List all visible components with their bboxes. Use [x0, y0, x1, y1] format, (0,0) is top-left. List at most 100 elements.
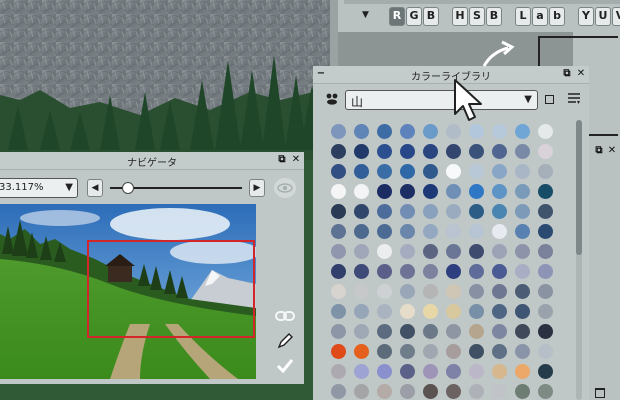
- color-swatch[interactable]: [377, 124, 392, 139]
- color-swatch[interactable]: [538, 224, 553, 239]
- mode-button-l-2[interactable]: L: [515, 7, 531, 26]
- mode-dropdown-arrow[interactable]: ▼: [362, 10, 369, 20]
- color-swatch[interactable]: [446, 284, 461, 299]
- color-swatch[interactable]: [377, 224, 392, 239]
- color-swatch[interactable]: [538, 284, 553, 299]
- color-swatch[interactable]: [354, 124, 369, 139]
- color-swatch[interactable]: [377, 304, 392, 319]
- mode-button-b-2[interactable]: b: [549, 7, 565, 26]
- color-swatch[interactable]: [400, 384, 415, 399]
- color-swatch[interactable]: [538, 344, 553, 359]
- rotate-left-button[interactable]: ◀: [87, 179, 103, 197]
- close-icon[interactable]: ✕: [290, 153, 302, 167]
- color-swatch[interactable]: [492, 204, 507, 219]
- color-swatch[interactable]: [538, 304, 553, 319]
- color-swatch[interactable]: [538, 264, 553, 279]
- color-swatch[interactable]: [423, 264, 438, 279]
- color-swatch[interactable]: [377, 364, 392, 379]
- color-swatch[interactable]: [515, 144, 530, 159]
- color-swatch[interactable]: [400, 204, 415, 219]
- color-swatch[interactable]: [354, 144, 369, 159]
- color-swatch[interactable]: [446, 364, 461, 379]
- color-swatch[interactable]: [469, 264, 484, 279]
- color-swatch[interactable]: [377, 144, 392, 159]
- color-swatch[interactable]: [354, 284, 369, 299]
- color-swatch[interactable]: [469, 184, 484, 199]
- color-swatch[interactable]: [331, 124, 346, 139]
- color-swatch[interactable]: [469, 324, 484, 339]
- color-swatch[interactable]: [377, 324, 392, 339]
- color-swatch[interactable]: [331, 284, 346, 299]
- mode-button-s-1[interactable]: S: [469, 7, 485, 26]
- color-swatch[interactable]: [400, 164, 415, 179]
- mode-button-h-1[interactable]: H: [452, 7, 468, 26]
- color-swatch[interactable]: [469, 284, 484, 299]
- scrollbar-thumb[interactable]: [576, 120, 582, 255]
- color-swatch[interactable]: [354, 324, 369, 339]
- color-swatch[interactable]: [400, 184, 415, 199]
- color-swatch[interactable]: [538, 184, 553, 199]
- float-icon[interactable]: ⧉: [561, 67, 573, 81]
- color-swatch[interactable]: [423, 304, 438, 319]
- color-swatch[interactable]: [469, 304, 484, 319]
- color-swatch[interactable]: [377, 204, 392, 219]
- color-swatch[interactable]: [331, 224, 346, 239]
- color-swatch[interactable]: [423, 224, 438, 239]
- color-swatch[interactable]: [469, 124, 484, 139]
- color-swatch[interactable]: [515, 384, 530, 399]
- color-swatch[interactable]: [331, 304, 346, 319]
- color-swatch[interactable]: [446, 324, 461, 339]
- mode-button-b-1[interactable]: B: [486, 7, 502, 26]
- color-swatch[interactable]: [469, 164, 484, 179]
- color-swatch[interactable]: [492, 304, 507, 319]
- color-swatch[interactable]: [423, 344, 438, 359]
- color-swatch[interactable]: [423, 364, 438, 379]
- color-swatch[interactable]: [492, 344, 507, 359]
- color-swatch[interactable]: [469, 204, 484, 219]
- navigator-titlebar[interactable]: ナビゲータ ⧉ ✕: [0, 152, 304, 170]
- close-icon[interactable]: ✕: [575, 67, 587, 81]
- color-swatch[interactable]: [515, 124, 530, 139]
- zoom-slider[interactable]: [110, 182, 242, 194]
- color-swatch[interactable]: [538, 164, 553, 179]
- color-swatch[interactable]: [354, 364, 369, 379]
- color-swatch[interactable]: [538, 144, 553, 159]
- pen-icon[interactable]: [276, 332, 294, 350]
- color-swatch[interactable]: [423, 204, 438, 219]
- color-swatch[interactable]: [446, 124, 461, 139]
- color-swatch[interactable]: [492, 364, 507, 379]
- color-swatch[interactable]: [423, 324, 438, 339]
- color-set-select[interactable]: 山 ▼: [345, 90, 538, 110]
- mode-button-y-3[interactable]: Y: [578, 7, 594, 26]
- zoom-select[interactable]: 33.117% ▼: [0, 178, 78, 198]
- color-swatch[interactable]: [400, 344, 415, 359]
- color-swatch[interactable]: [446, 184, 461, 199]
- color-library-titlebar[interactable]: − カラーライブラリ ⧉ ✕: [313, 66, 589, 84]
- rotate-right-button[interactable]: ▶: [249, 179, 265, 197]
- color-swatch[interactable]: [446, 244, 461, 259]
- color-swatch[interactable]: [446, 304, 461, 319]
- palette-icon[interactable]: [325, 93, 339, 105]
- slider-knob[interactable]: [122, 182, 135, 194]
- color-swatch[interactable]: [538, 364, 553, 379]
- color-swatch[interactable]: [492, 184, 507, 199]
- color-swatch[interactable]: [515, 324, 530, 339]
- color-swatch[interactable]: [331, 264, 346, 279]
- color-swatch[interactable]: [446, 144, 461, 159]
- color-swatch[interactable]: [400, 244, 415, 259]
- color-swatch[interactable]: [331, 324, 346, 339]
- color-swatch[interactable]: [400, 304, 415, 319]
- mode-button-u-3[interactable]: U: [595, 7, 611, 26]
- color-swatch[interactable]: [423, 244, 438, 259]
- color-swatch[interactable]: [400, 324, 415, 339]
- color-swatch[interactable]: [354, 224, 369, 239]
- color-swatch[interactable]: [492, 244, 507, 259]
- color-swatch[interactable]: [331, 164, 346, 179]
- color-swatch[interactable]: [469, 244, 484, 259]
- side-float-icon[interactable]: ⧉: [593, 144, 605, 158]
- color-swatch[interactable]: [492, 324, 507, 339]
- color-swatch[interactable]: [469, 224, 484, 239]
- mode-button-v-3[interactable]: V: [612, 7, 620, 26]
- color-swatch[interactable]: [515, 364, 530, 379]
- color-swatch[interactable]: [492, 164, 507, 179]
